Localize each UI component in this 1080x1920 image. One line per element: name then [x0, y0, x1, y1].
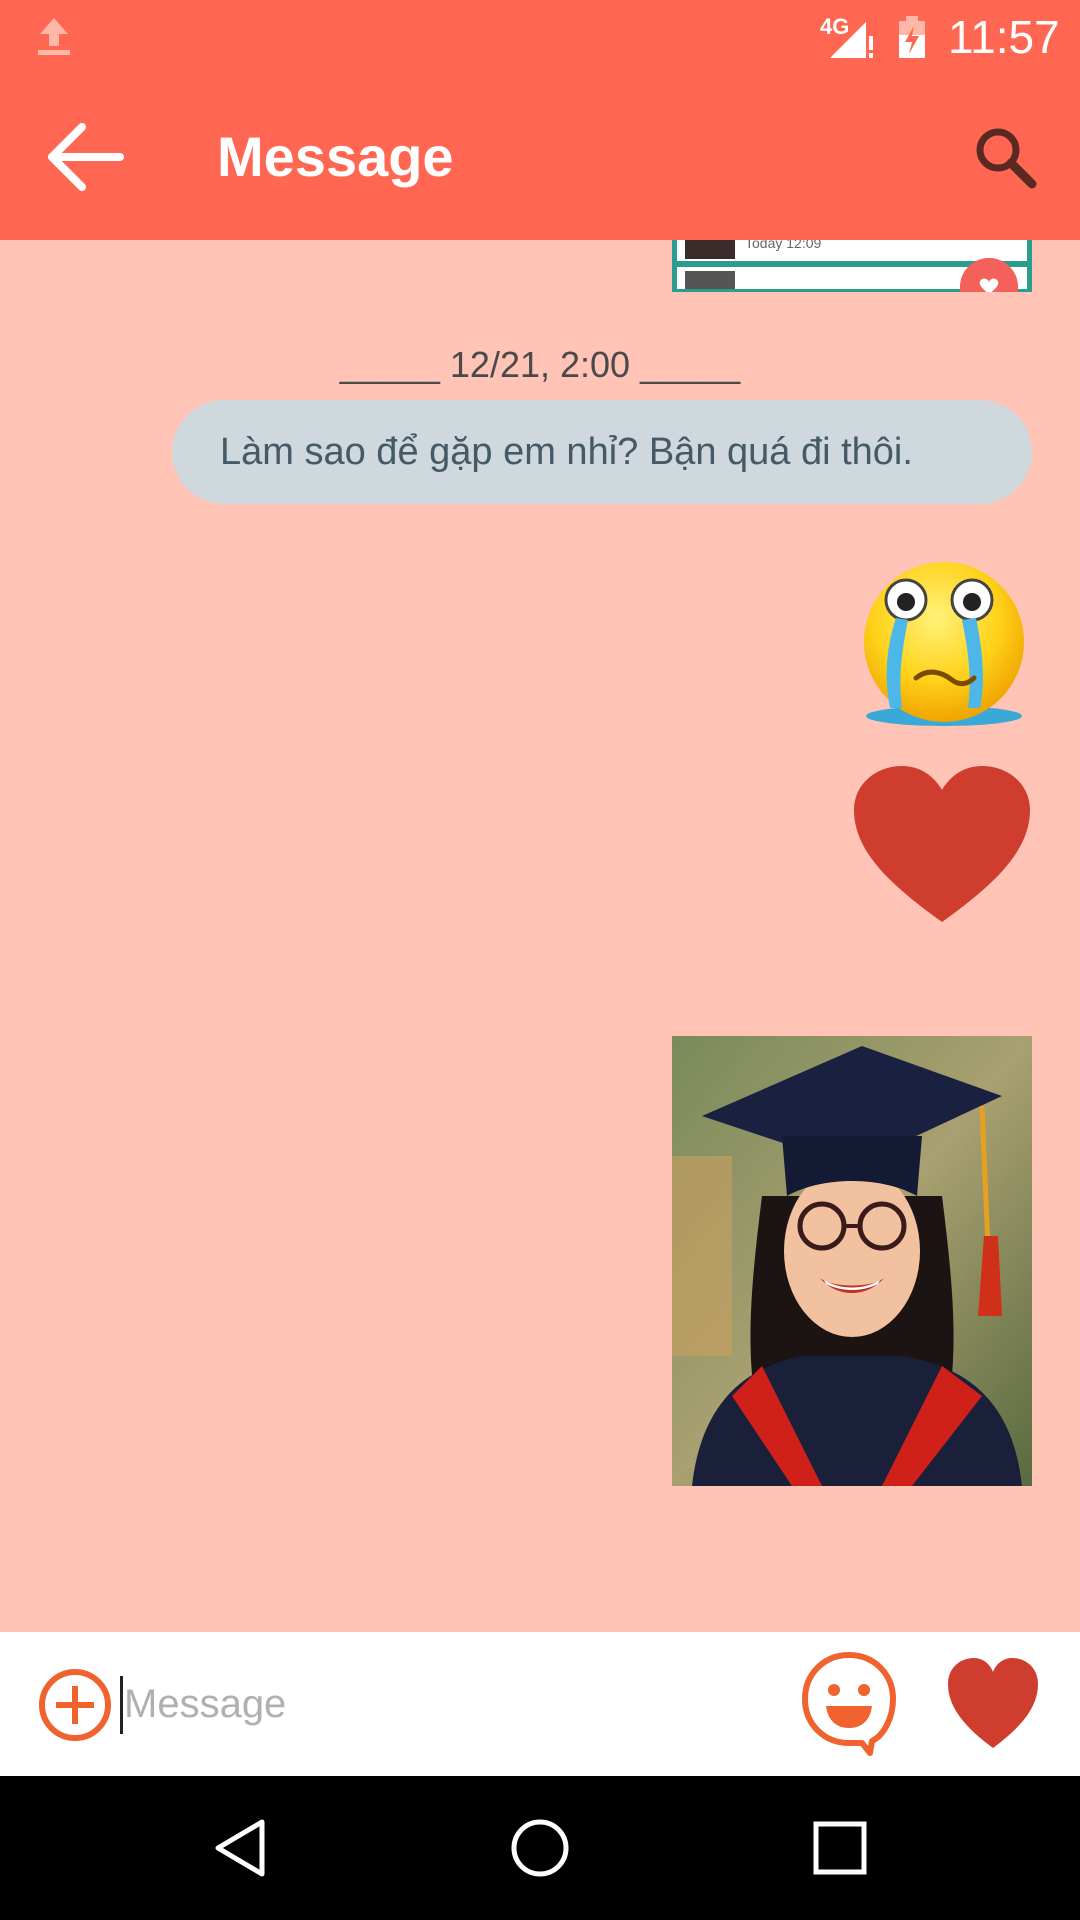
- graduation-photo[interactable]: [672, 1036, 1032, 1486]
- add-circle-icon[interactable]: [38, 1668, 112, 1742]
- page-title: Message: [217, 125, 454, 188]
- card-thumbnail: [685, 240, 735, 259]
- arrow-back-icon[interactable]: [40, 112, 130, 202]
- nav-recent-icon[interactable]: [808, 1816, 872, 1880]
- system-nav-bar: [0, 1776, 1080, 1920]
- previous-message-card[interactable]: Today 12:09: [672, 240, 1032, 292]
- clock: 11:57: [948, 11, 1060, 63]
- battery-charging-icon: [899, 16, 925, 58]
- status-bar: 4G 11:57: [0, 0, 1080, 72]
- message-bubble[interactable]: Làm sao để gặp em nhỉ? Bận quá đi thôi.: [172, 400, 1032, 504]
- card-thumbnail: [685, 271, 735, 289]
- crying-face-sticker[interactable]: [856, 558, 1030, 728]
- card-time: Today 12:09: [745, 240, 822, 251]
- chat-area[interactable]: Today 12:09 _____ 12/21, 2:00 _____ Làm …: [0, 240, 1080, 1632]
- favorite-badge-icon: [960, 258, 1018, 292]
- nav-back-icon[interactable]: [210, 1816, 274, 1880]
- emoji-icon[interactable]: [800, 1650, 898, 1756]
- signal-icon: [830, 22, 873, 58]
- nav-home-icon[interactable]: [508, 1816, 572, 1880]
- date-separator: _____ 12/21, 2:00 _____: [339, 344, 741, 385]
- heart-icon[interactable]: [946, 1658, 1040, 1750]
- upload-icon: [38, 18, 70, 55]
- app-bar: Message: [0, 72, 1080, 240]
- search-icon[interactable]: [970, 122, 1040, 192]
- text-cursor: [120, 1676, 123, 1734]
- message-input[interactable]: [124, 1666, 764, 1742]
- heart-sticker[interactable]: [852, 766, 1032, 926]
- message-composer: [0, 1632, 1080, 1776]
